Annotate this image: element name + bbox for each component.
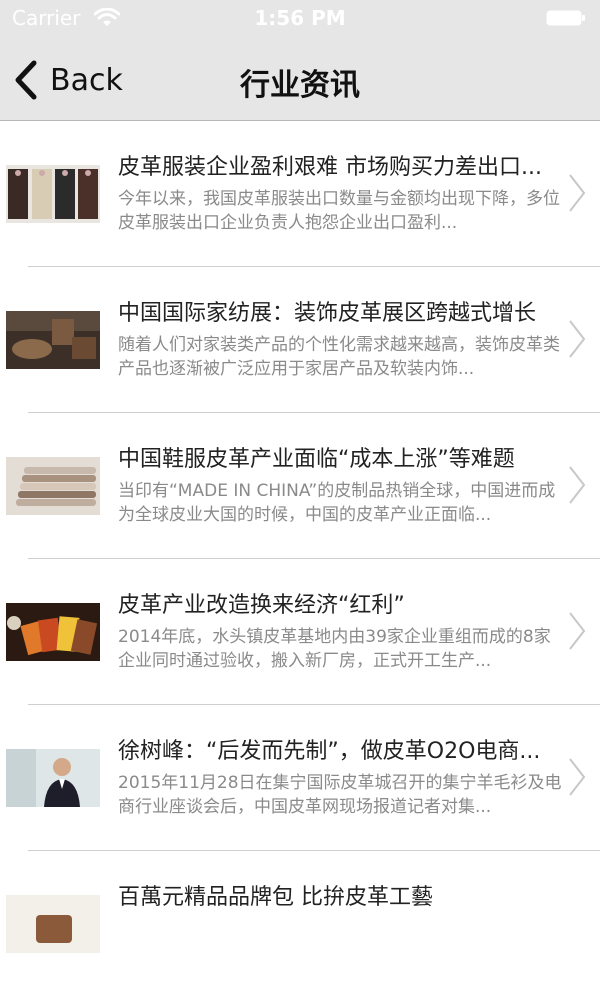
page-title: 行业资讯: [240, 68, 360, 103]
news-summary: [118, 917, 564, 965]
news-thumbnail: [6, 311, 100, 369]
news-title: 皮革服装企业盈利艰难 市场购买力差出口...: [118, 155, 542, 180]
news-summary: 当印有“MADE IN CHINA”的皮制品热销全球，中国进而成为全球皮业大国的…: [118, 481, 556, 525]
leather-stack-image: [6, 457, 100, 515]
news-thumbnail: [6, 457, 100, 515]
list-item[interactable]: 皮革产业改造换来经济“红利” 2014年底，水头镇皮革基地内由39家企业重组而成…: [0, 559, 600, 705]
chevron-right-icon: [569, 758, 586, 796]
news-thumbnail: [6, 749, 100, 807]
news-thumbnail: [6, 603, 100, 661]
news-summary: 随着人们对家装类产品的个性化需求越来越高，装饰皮革类产品也逐渐被广泛应用于家居产…: [118, 335, 560, 379]
battery-icon: [546, 10, 585, 26]
news-title: 百萬元精品品牌包 比拚皮革工藝: [118, 885, 433, 910]
news-title: 徐树峰：“后发而先制”，做皮革O2O电商...: [118, 739, 541, 764]
news-title: 中国国际家纺展：装饰皮革展区跨越式增长: [118, 301, 537, 326]
list-item[interactable]: 皮革服装企业盈利艰难 市场购买力差出口... 今年以来，我国皮革服装出口数量与金…: [0, 121, 600, 267]
news-summary: 今年以来，我国皮革服装出口数量与金额均出现下降，多位皮革服装出口企业负责人抱怨企…: [118, 189, 560, 233]
news-thumbnail: [6, 165, 100, 223]
navigation-bar: Back 行业资讯: [0, 40, 600, 121]
chevron-right-icon: [569, 320, 586, 358]
list-item[interactable]: 中国国际家纺展：装饰皮革展区跨越式增长 随着人们对家装类产品的个性化需求越来越高…: [0, 267, 600, 413]
leather-furniture-image: [6, 311, 100, 369]
fashion-models-image: [6, 165, 100, 223]
leather-samples-image: [6, 603, 100, 661]
man-portrait-image: [6, 749, 100, 807]
status-bar: Carrier 1:56 PM: [0, 0, 600, 40]
news-title: 皮革产业改造换来经济“红利”: [118, 593, 405, 618]
list-item[interactable]: 百萬元精品品牌包 比拚皮革工藝: [0, 851, 600, 997]
news-title: 中国鞋服皮革产业面临“成本上涨”等难题: [118, 447, 515, 472]
chevron-right-icon: [569, 612, 586, 650]
clock: 1:56 PM: [254, 6, 346, 30]
list-item[interactable]: 徐树峰：“后发而先制”，做皮革O2O电商... 2015年11月28日在集宁国际…: [0, 705, 600, 851]
news-summary: 2014年底，水头镇皮革基地内由39家企业重组而成的8家企业同时通过验收，搬入新…: [118, 627, 551, 671]
chevron-right-icon: [569, 174, 586, 212]
news-summary: 2015年11月28日在集宁国际皮革城召开的集宁羊毛衫及电商行业座谈会后，中国皮…: [118, 773, 562, 817]
chevron-right-icon: [569, 466, 586, 504]
handbag-image: [6, 895, 100, 953]
news-list: 皮革服装企业盈利艰难 市场购买力差出口... 今年以来，我国皮革服装出口数量与金…: [0, 121, 600, 997]
list-item[interactable]: 中国鞋服皮革产业面临“成本上涨”等难题 当印有“MADE IN CHINA”的皮…: [0, 413, 600, 559]
news-thumbnail: [6, 895, 100, 953]
